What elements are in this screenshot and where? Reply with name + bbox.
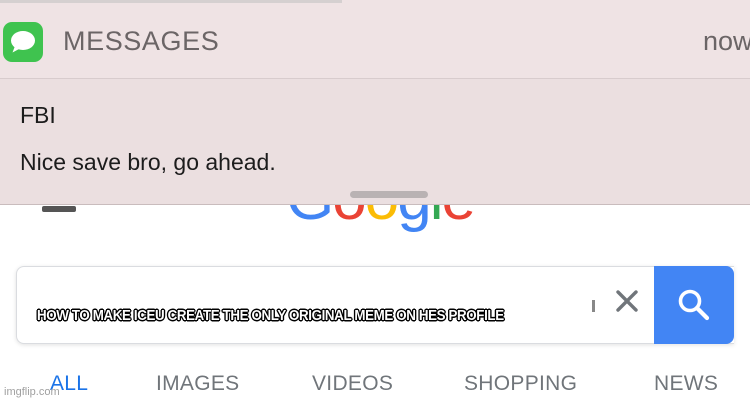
speech-bubble-icon [11,31,35,53]
clear-search-button[interactable] [607,281,647,321]
search-query-text: HOW TO MAKE ICEU CREATE THE ONLY ORIGINA… [37,308,504,324]
notification-grabber-handle[interactable] [350,191,428,198]
notification-app-name: MESSAGES [63,26,220,56]
tab-shopping[interactable]: SHOPPING [464,372,577,396]
message-notification[interactable]: MESSAGES now FBI Nice save bro, go ahead… [0,0,750,205]
notification-message: Nice save bro, go ahead. [20,149,276,175]
tab-news[interactable]: NEWS [654,372,718,396]
watermark: imgflip.com [4,386,60,398]
notification-sender: FBI [20,102,56,128]
text-caret [592,300,595,312]
search-button[interactable] [654,266,734,344]
tab-videos[interactable]: VIDEOS [312,372,393,396]
search-icon [678,289,710,321]
divider [0,78,750,79]
notification-time: now [703,26,750,56]
search-input[interactable]: HOW TO MAKE ICEU CREATE THE ONLY ORIGINA… [16,266,734,344]
menu-icon[interactable] [42,206,76,212]
messages-app-icon [3,22,43,62]
search-tabs: ALL IMAGES VIDEOS SHOPPING NEWS [0,360,750,400]
tab-images[interactable]: IMAGES [156,372,239,396]
status-bar-edge [0,0,342,3]
close-icon [616,290,638,312]
